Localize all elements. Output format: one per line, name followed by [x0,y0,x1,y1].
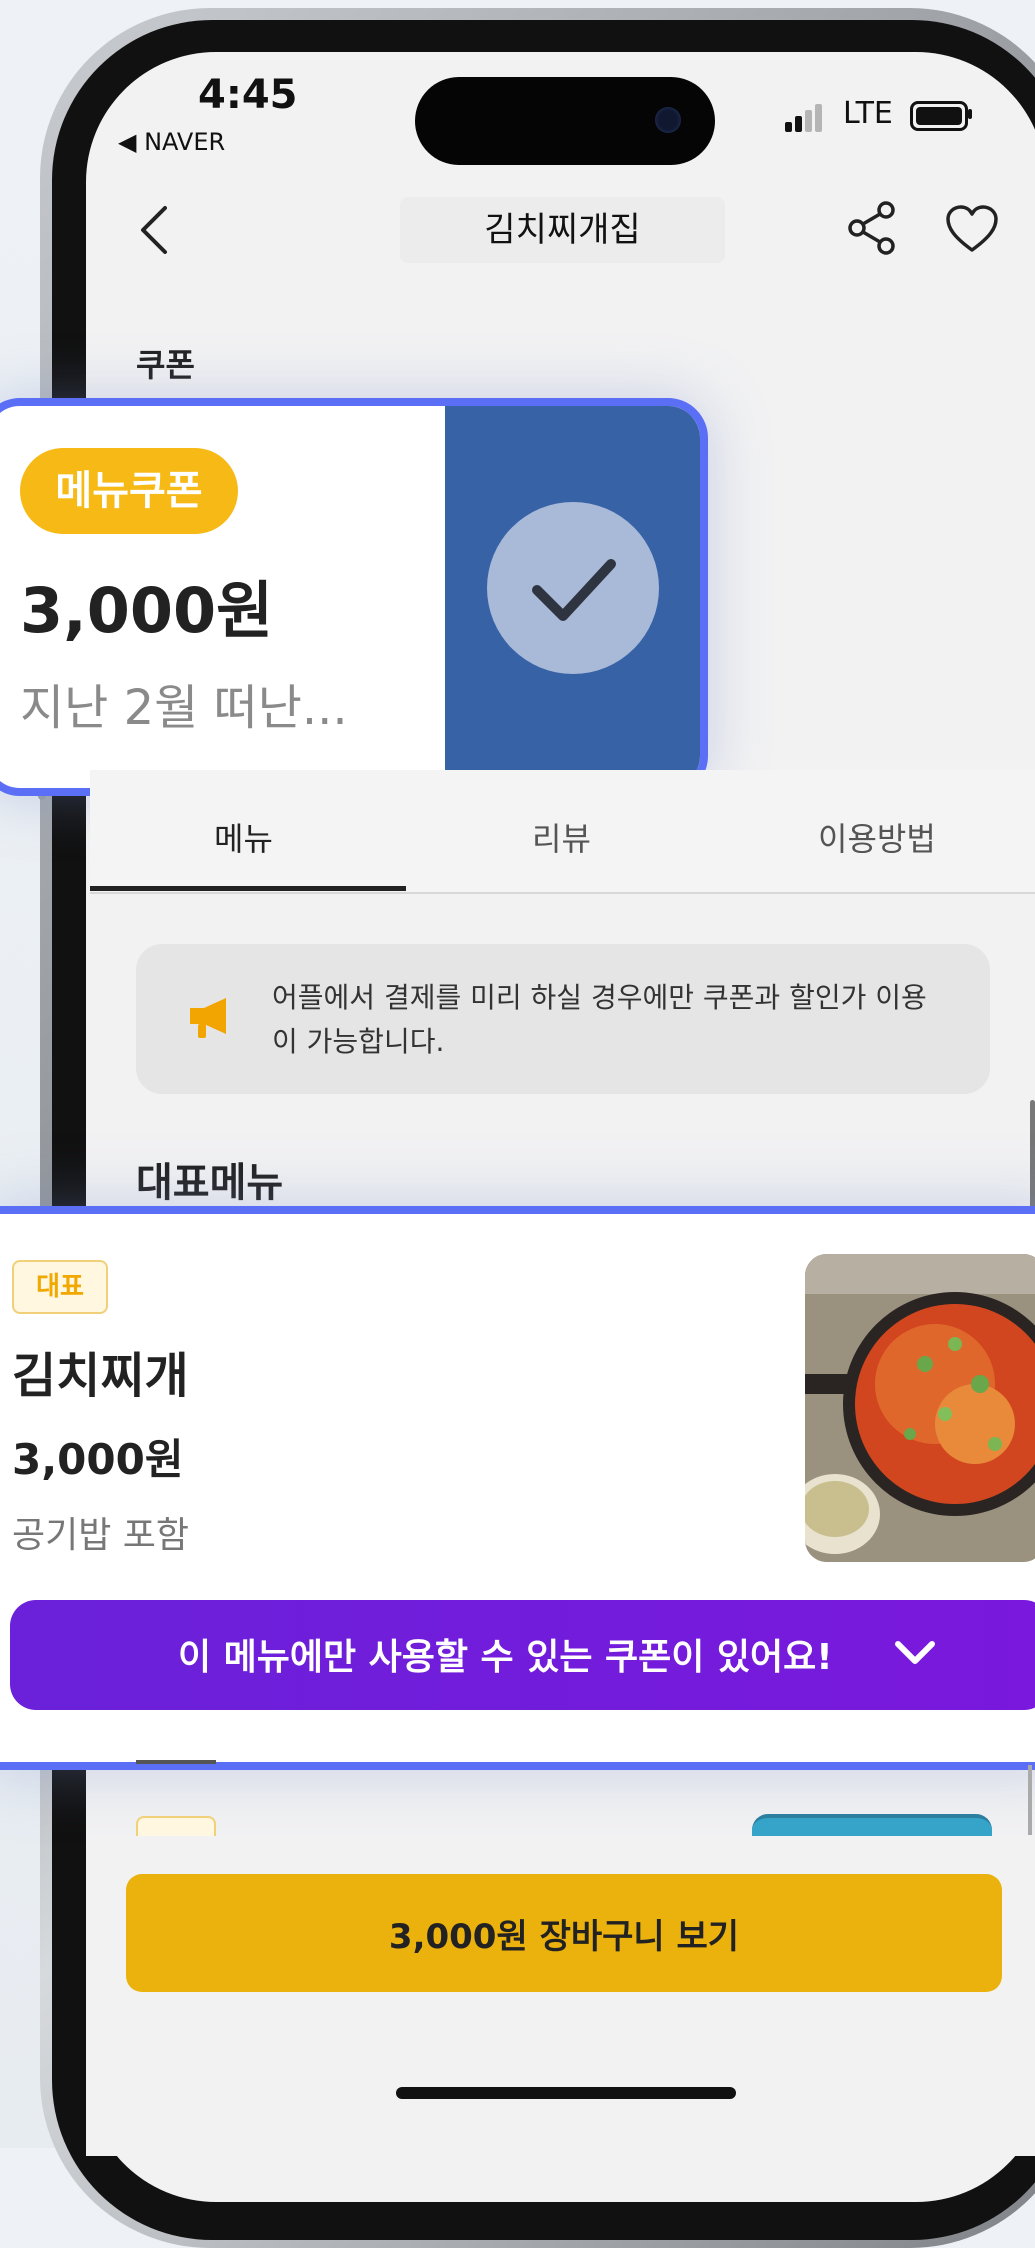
scroll-edge [1028,1765,1032,1835]
coupon-select-area[interactable] [445,406,700,788]
coupon-banner-text: 이 메뉴에만 사용할 수 있는 쿠폰이 있어요! [178,1637,833,1678]
chevron-down-icon [892,1636,938,1674]
next-item-photo-peek [752,1814,992,1838]
battery-icon [910,101,968,131]
signal-icon [785,104,825,132]
coupon-amount: 3,000원 [20,574,274,647]
tab-menu[interactable]: 메뉴 [214,814,273,860]
signature-badge: 대표 [12,1260,108,1314]
view-cart-button[interactable]: 3,000원 장바구니 보기 [126,1874,1002,1992]
camera-icon [655,107,681,133]
menu-section-title: 대표메뉴 [136,1160,284,1206]
menu-item-name: 김치찌개 [12,1348,189,1404]
back-icon[interactable] [137,204,171,269]
battery-tip [968,109,972,119]
share-icon[interactable] [846,200,898,260]
next-item-peek [136,1760,216,1774]
tab-active-indicator [90,886,406,891]
coupon-section-title: 쿠폰 [136,346,195,384]
check-icon [487,502,659,674]
menu-item-photo[interactable] [805,1254,1035,1562]
menu-item-price: 3,000원 [12,1435,184,1484]
status-time: 4:45 [198,72,298,118]
coupon-type-badge: 메뉴쿠폰 [20,448,238,534]
page-title: 김치찌개집 [400,197,725,263]
network-type: LTE [843,96,893,131]
notice-text: 어플에서 결제를 미리 하실 경우에만 쿠폰과 할인가 이용이 가능합니다. [272,981,927,1058]
home-indicator[interactable] [396,2087,736,2099]
tab-how-to-use[interactable]: 이용방법 [818,814,936,860]
megaphone-icon [186,994,236,1046]
heart-icon[interactable] [944,204,1000,258]
back-to-app-link[interactable]: ◀ NAVER [118,128,225,156]
coupon-description: 지난 2월 떠난... [20,680,348,736]
menu-coupon-banner[interactable]: 이 메뉴에만 사용할 수 있는 쿠폰이 있어요! [10,1600,1035,1710]
menu-item-note: 공기밥 포함 [12,1515,190,1556]
tab-review[interactable]: 리뷰 [532,814,591,860]
tab-bar: 메뉴 리뷰 이용방법 [90,770,1035,894]
notice-box: 어플에서 결제를 미리 하실 경우에만 쿠폰과 할인가 이용이 가능합니다. [136,944,990,1094]
next-item-badge-peek [136,1816,216,1838]
scrollbar[interactable] [1030,1100,1035,1220]
